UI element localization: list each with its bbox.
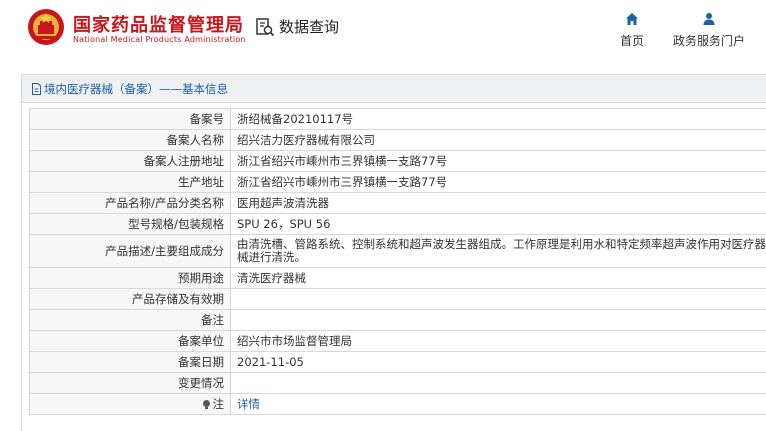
table-row: 备注 xyxy=(29,309,766,331)
details-link[interactable]: 详情 xyxy=(237,397,260,411)
row-value: 医用超声波清洗器 xyxy=(230,192,766,214)
row-label: 型号规格/包装规格 xyxy=(29,213,231,235)
table-row: 备案日期 2021-11-05 xyxy=(29,351,766,373)
table-row: 变更情况 xyxy=(29,372,766,394)
basic-info-panel: 境内医疗器械（备案）——基本信息 备案号 浙绍械备20210117号 备案人名称… xyxy=(21,74,766,431)
table-row: 备案人注册地址 浙江省绍兴市嵊州市三界镇横一支路77号 xyxy=(29,150,766,172)
row-label: 备案日期 xyxy=(29,351,231,373)
table-row: 型号规格/包装规格 SPU 26，SPU 56 xyxy=(29,213,766,235)
row-label: 备案人名称 xyxy=(29,129,231,151)
row-label: 变更情况 xyxy=(29,372,231,394)
table-row: 备案号 浙绍械备20210117号 xyxy=(29,108,766,130)
table-row: 产品描述/主要组成成分 由清洗槽、管路系统、控制系统和超声波发生器组成。工作原理… xyxy=(29,234,766,268)
row-label: 预期用途 xyxy=(29,267,231,289)
row-value: 2021-11-05 xyxy=(230,351,766,373)
table-row: 预期用途 清洗医疗器械 xyxy=(29,267,766,289)
site-header: 国家药品监督管理局 National Medical Products Admi… xyxy=(0,0,766,62)
row-value: 由清洗槽、管路系统、控制系统和超声波发生器组成。工作原理是利用水和特定频率超声波… xyxy=(230,234,766,268)
row-label: 生产地址 xyxy=(29,171,231,193)
nav-home[interactable]: 首页 xyxy=(615,12,649,49)
table-row: 产品存储及有效期 xyxy=(29,288,766,310)
row-value: 清洗医疗器械 xyxy=(230,267,766,289)
data-query-label: 数据查询 xyxy=(279,18,340,36)
row-label: 产品名称/产品分类名称 xyxy=(29,192,231,214)
row-label: 备案单位 xyxy=(29,330,231,352)
data-query-link[interactable]: 数据查询 xyxy=(255,16,339,37)
table-row: 产品名称/产品分类名称 医用超声波清洗器 xyxy=(29,192,766,214)
row-value xyxy=(230,372,766,394)
row-label: 备案号 xyxy=(29,108,231,130)
table-row: 注 详情 xyxy=(29,393,766,415)
row-value xyxy=(230,288,766,310)
row-label: 备案人注册地址 xyxy=(29,150,231,172)
row-label: 产品存储及有效期 xyxy=(29,288,231,310)
site-title: 国家药品监督管理局 xyxy=(73,15,244,36)
row-value: 浙江省绍兴市嵊州市三界镇横一支路77号 xyxy=(230,171,766,193)
row-value: 浙江省绍兴市嵊州市三界镇横一支路77号 xyxy=(230,150,766,172)
note-label: 注 xyxy=(212,397,225,411)
nav-service-portal[interactable]: 政务服务门户 xyxy=(668,12,750,49)
info-bulb-icon xyxy=(202,400,210,409)
national-emblem-icon xyxy=(28,9,64,45)
user-icon xyxy=(703,13,715,25)
row-label: 备注 xyxy=(29,309,231,331)
table-row: 备案人名称 绍兴洁力医疗器械有限公司 xyxy=(29,129,766,151)
nav-service-portal-label: 政务服务门户 xyxy=(672,34,745,48)
panel-header: 境内医疗器械（备案）——基本信息 xyxy=(22,75,766,103)
row-value: SPU 26，SPU 56 xyxy=(230,213,766,235)
row-label: 产品描述/主要组成成分 xyxy=(29,234,231,268)
document-search-icon xyxy=(256,17,275,36)
panel-title: 境内医疗器械（备案）——基本信息 xyxy=(44,81,228,96)
document-icon xyxy=(32,82,41,95)
site-subtitle: National Medical Products Administration xyxy=(73,35,246,44)
row-value: 绍兴洁力医疗器械有限公司 xyxy=(230,129,766,151)
row-value: 绍兴市市场监督管理局 xyxy=(230,330,766,352)
table-row: 备案单位 绍兴市市场监督管理局 xyxy=(29,330,766,352)
row-value-details: 详情 xyxy=(230,393,766,415)
info-table: 备案号 浙绍械备20210117号 备案人名称 绍兴洁力医疗器械有限公司 备案人… xyxy=(29,108,766,415)
nav-home-label: 首页 xyxy=(619,34,644,48)
home-icon xyxy=(626,13,638,25)
table-row: 生产地址 浙江省绍兴市嵊州市三界镇横一支路77号 xyxy=(29,171,766,193)
row-value: 浙绍械备20210117号 xyxy=(230,108,766,130)
row-label-note: 注 xyxy=(29,393,231,415)
row-value xyxy=(230,309,766,331)
